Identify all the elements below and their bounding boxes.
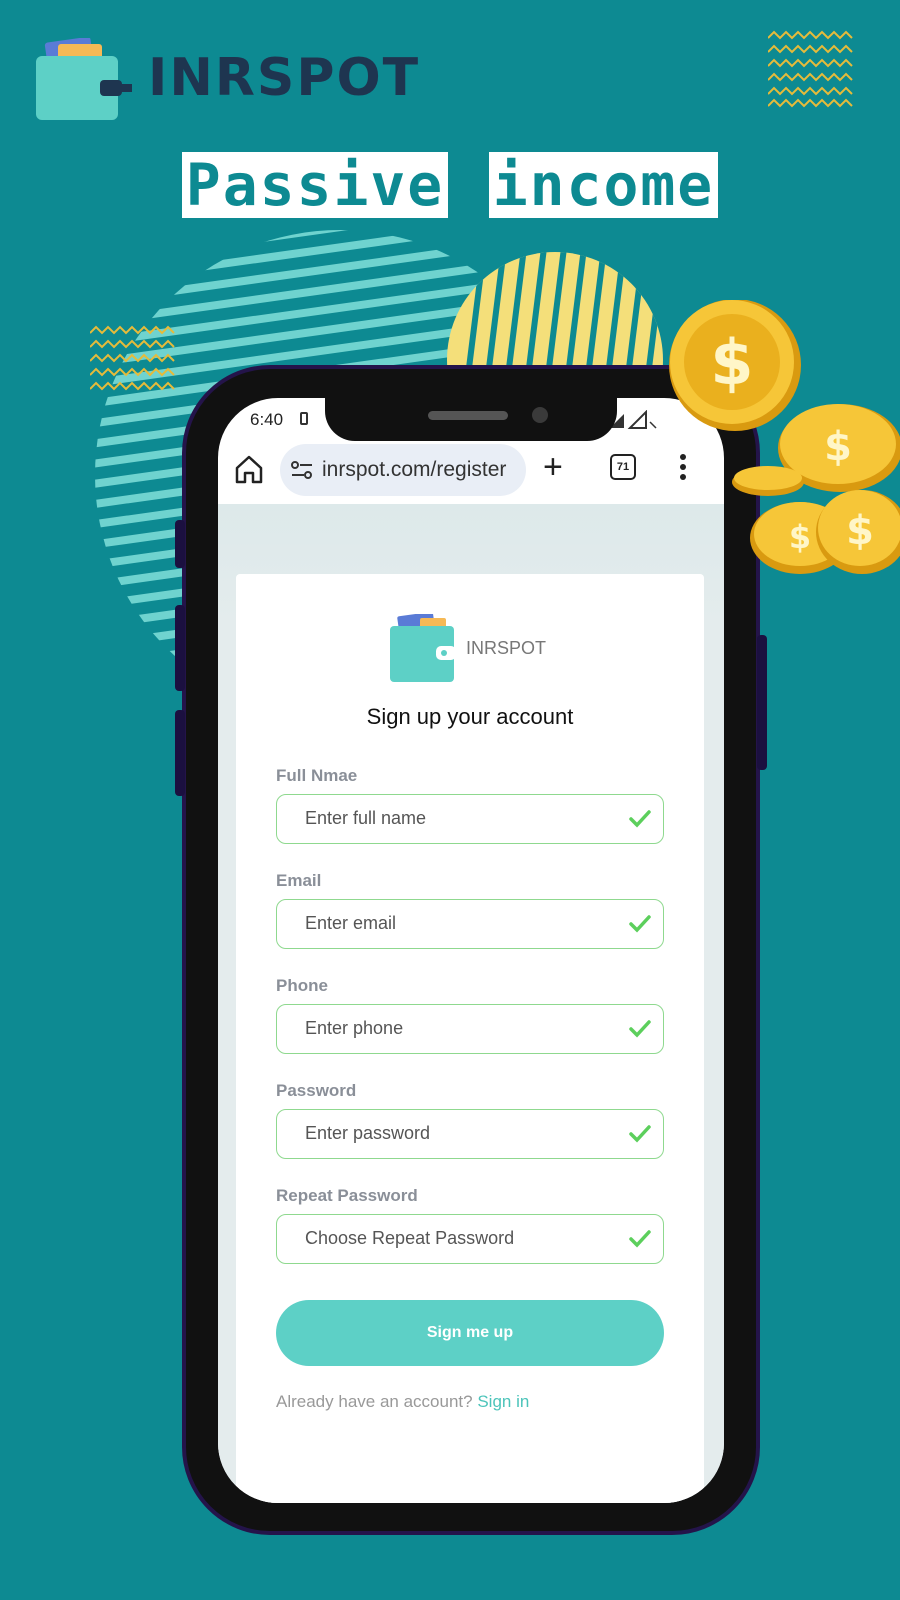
sign-in-link[interactable]: Sign in [477, 1392, 529, 1411]
phone-label: Phone [276, 976, 328, 995]
svg-text:$: $ [846, 508, 874, 554]
email-field[interactable] [276, 899, 664, 949]
passive-income-banner: Passive income [0, 152, 900, 222]
phone-side-button [175, 605, 185, 691]
phone-speaker [428, 411, 508, 420]
signal-icon [610, 410, 657, 429]
check-icon [629, 1020, 651, 1038]
svg-text:$: $ [824, 424, 852, 470]
phone-camera [532, 407, 548, 423]
address-bar[interactable]: inrspot.com/register [280, 444, 526, 496]
home-icon[interactable] [232, 452, 266, 486]
wallet-icon [390, 614, 456, 682]
banner-word-2: income [488, 152, 719, 218]
phone-field[interactable] [276, 1004, 664, 1054]
zigzag-decoration-left [90, 325, 175, 391]
sign-up-button[interactable]: Sign me up [276, 1300, 664, 1366]
email-input[interactable] [303, 912, 607, 935]
battery-saver-icon [300, 412, 308, 425]
zigzag-decoration-right [768, 30, 853, 108]
coins-decoration: $ $ $ $ [669, 300, 900, 574]
card-brand-name: INRSPOT [466, 638, 547, 658]
banner-word-1: Passive [181, 152, 449, 218]
repeat-password-input[interactable] [303, 1227, 607, 1250]
phone-input[interactable] [303, 1017, 607, 1040]
phone-side-button [175, 710, 185, 796]
signin-prompt: Already have an account? Sign in [276, 1392, 529, 1412]
email-label: Email [276, 871, 322, 890]
phone-power-button [757, 635, 767, 770]
full-name-input[interactable] [303, 807, 607, 830]
web-content: INRSPOT Sign up your account Full Nmae E… [218, 504, 724, 1503]
status-time: 6:40 [250, 410, 284, 429]
brand-name: INRSPOT [148, 48, 421, 108]
tab-switcher-button[interactable]: 71 [610, 454, 636, 480]
full-name-field[interactable] [276, 794, 664, 844]
site-settings-icon[interactable] [290, 459, 314, 481]
wallet-icon [36, 38, 132, 120]
coin-icon [732, 466, 804, 496]
check-icon [629, 1230, 651, 1248]
new-tab-icon[interactable]: + [543, 450, 563, 484]
brand-logo: INRSPOT [36, 38, 436, 128]
browser-toolbar: inrspot.com/register + 71 [218, 440, 724, 500]
check-icon [629, 1125, 651, 1143]
phone-screen: 6:40 inrspot.com/register + 71 INRSPOT S… [218, 398, 724, 1503]
repeat-password-field[interactable] [276, 1214, 664, 1264]
password-field[interactable] [276, 1109, 664, 1159]
full-name-label: Full Nmae [276, 766, 358, 785]
check-icon [629, 810, 651, 828]
signup-card: INRSPOT Sign up your account Full Nmae E… [236, 574, 704, 1503]
password-label: Password [276, 1081, 357, 1100]
form-title: Sign up your account [366, 704, 574, 729]
signin-prompt-text: Already have an account? [276, 1392, 473, 1411]
phone-side-button [175, 520, 185, 568]
url-text[interactable]: inrspot.com/register [322, 458, 506, 482]
check-icon [629, 915, 651, 933]
coin-icon: $ [669, 300, 801, 431]
svg-text:$: $ [789, 518, 811, 556]
repeat-password-label: Repeat Password [276, 1186, 418, 1205]
svg-text:$: $ [710, 326, 753, 399]
password-input[interactable] [303, 1122, 607, 1145]
